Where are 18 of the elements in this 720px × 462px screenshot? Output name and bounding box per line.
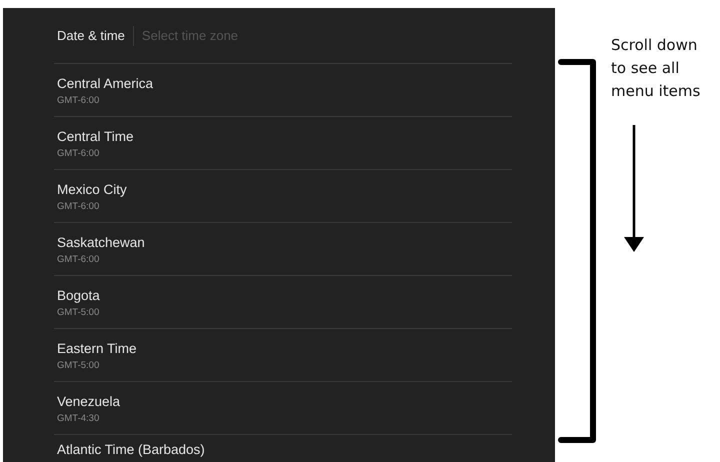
time-zone-offset: GMT-6:00 (57, 254, 100, 264)
time-zone-offset: GMT-6:00 (57, 200, 100, 212)
time-zone-offset: GMT-5:00 (57, 306, 100, 318)
time-zone-name[interactable]: Venezuela (57, 392, 120, 410)
time-zone-name[interactable]: Atlantic Time (Barbados) (57, 441, 205, 458)
screen-title: Date & time (57, 28, 125, 43)
time-zone-name[interactable]: Saskatchewan (57, 234, 145, 250)
time-zone-name[interactable]: Central Time (57, 128, 134, 144)
time-zone-name[interactable]: Mexico City (57, 180, 127, 198)
time-zone-name[interactable]: Bogota (57, 286, 100, 304)
time-zone-offset: GMT-6:00 (57, 148, 100, 158)
time-zone-name[interactable]: Eastern Time (57, 340, 137, 356)
down-arrow-icon (622, 125, 646, 253)
time-zone-offset: GMT-6:00 (57, 94, 100, 106)
annotation-text: Scroll down to see all menu items (611, 35, 702, 102)
time-zone-offset: GMT-4:30 (57, 412, 100, 424)
time-zone-name[interactable]: Central America (57, 74, 154, 92)
time-zone-offset: GMT-5:00 (57, 360, 100, 370)
